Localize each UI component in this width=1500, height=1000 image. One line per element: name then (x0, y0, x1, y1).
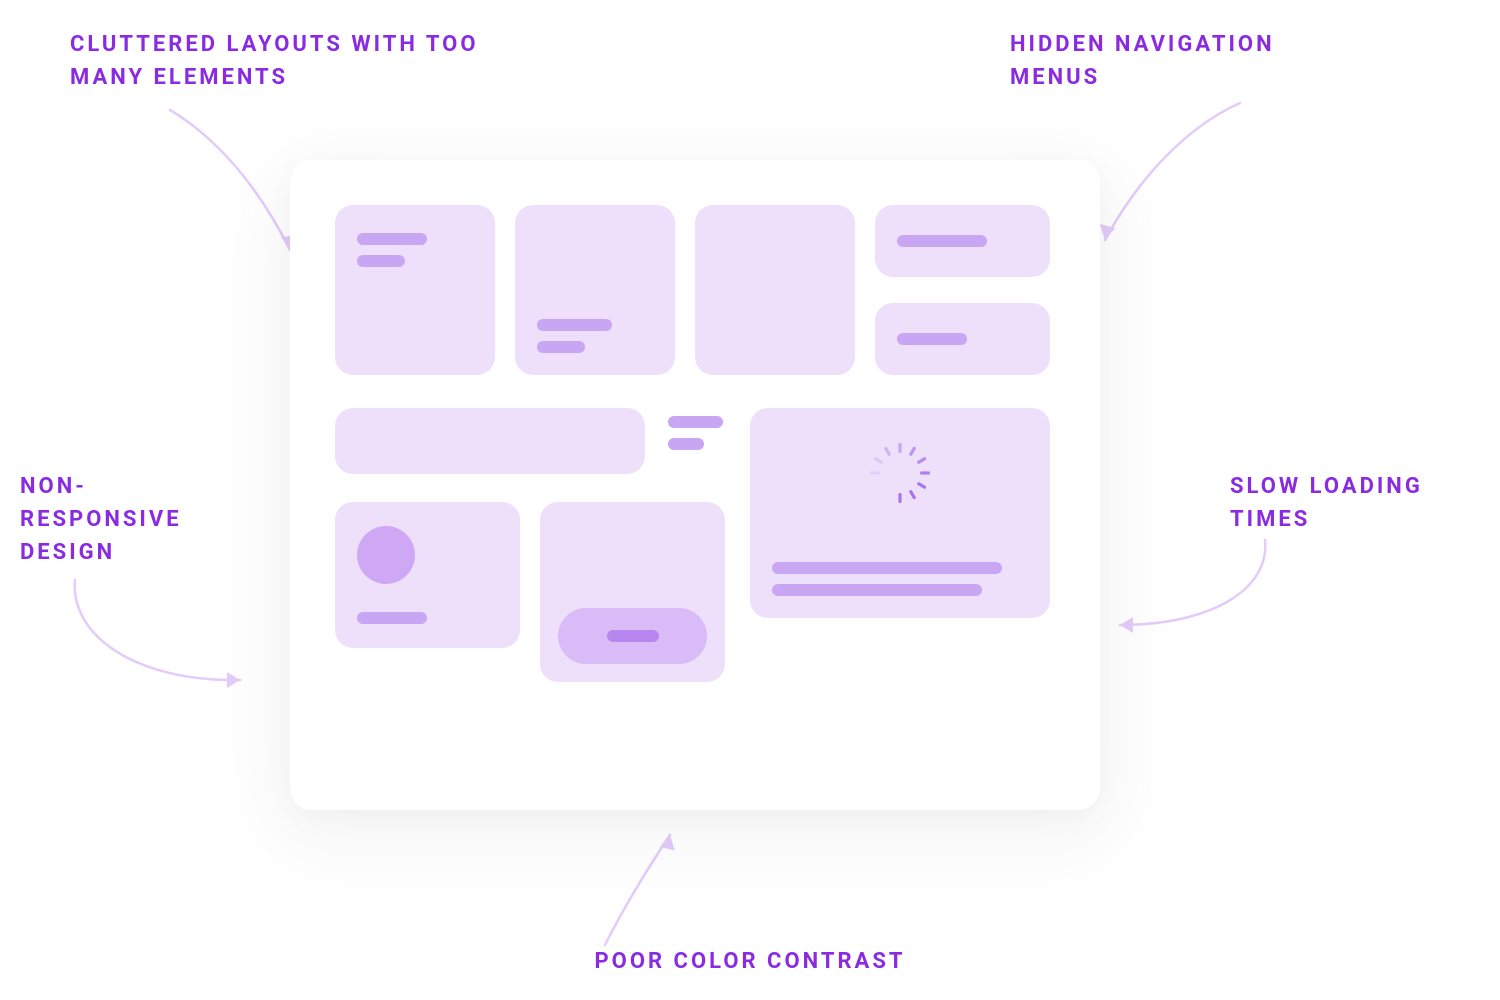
low-contrast-button (558, 608, 707, 664)
arrow-top-right (1080, 95, 1280, 265)
placeholder-bar (897, 333, 967, 345)
arrow-bottom-center (570, 825, 730, 955)
arrow-middle-right (1100, 530, 1300, 670)
wireframe-loading-block (750, 408, 1050, 618)
wireframe-block (335, 205, 495, 375)
ui-mockup-card (290, 160, 1100, 810)
wireframe-profile-block (335, 502, 520, 648)
callout-slow-loading: SLOW LOADING TIMES (1230, 470, 1430, 536)
placeholder-bar (668, 438, 704, 450)
wireframe-block (515, 205, 675, 375)
placeholder-bar (772, 584, 982, 596)
avatar-placeholder-icon (357, 526, 415, 584)
callout-non-responsive: NON-RESPONSIVE DESIGN (20, 470, 220, 569)
placeholder-bar (537, 319, 612, 331)
placeholder-bar (357, 255, 405, 267)
placeholder-bar (607, 630, 659, 642)
wireframe-block (695, 205, 855, 375)
placeholder-bar (357, 612, 427, 624)
placeholder-bar (537, 341, 585, 353)
placeholder-bar (357, 233, 427, 245)
placeholder-bar (897, 235, 987, 247)
callout-poor-contrast: POOR COLOR CONTRAST (540, 945, 960, 978)
wireframe-contrast-block (540, 502, 725, 682)
callout-hidden-navigation: HIDDEN NAVIGATION MENUS (1010, 28, 1340, 94)
wireframe-block (875, 303, 1050, 375)
placeholder-bar (668, 416, 723, 428)
callout-cluttered-layouts: CLUTTERED LAYOUTS WITH TOO MANY ELEMENTS (70, 28, 490, 94)
arrow-middle-left (45, 560, 265, 730)
wireframe-block (875, 205, 1050, 277)
placeholder-bar (772, 562, 1002, 574)
loading-spinner-icon (865, 438, 935, 508)
wireframe-block (335, 408, 645, 474)
